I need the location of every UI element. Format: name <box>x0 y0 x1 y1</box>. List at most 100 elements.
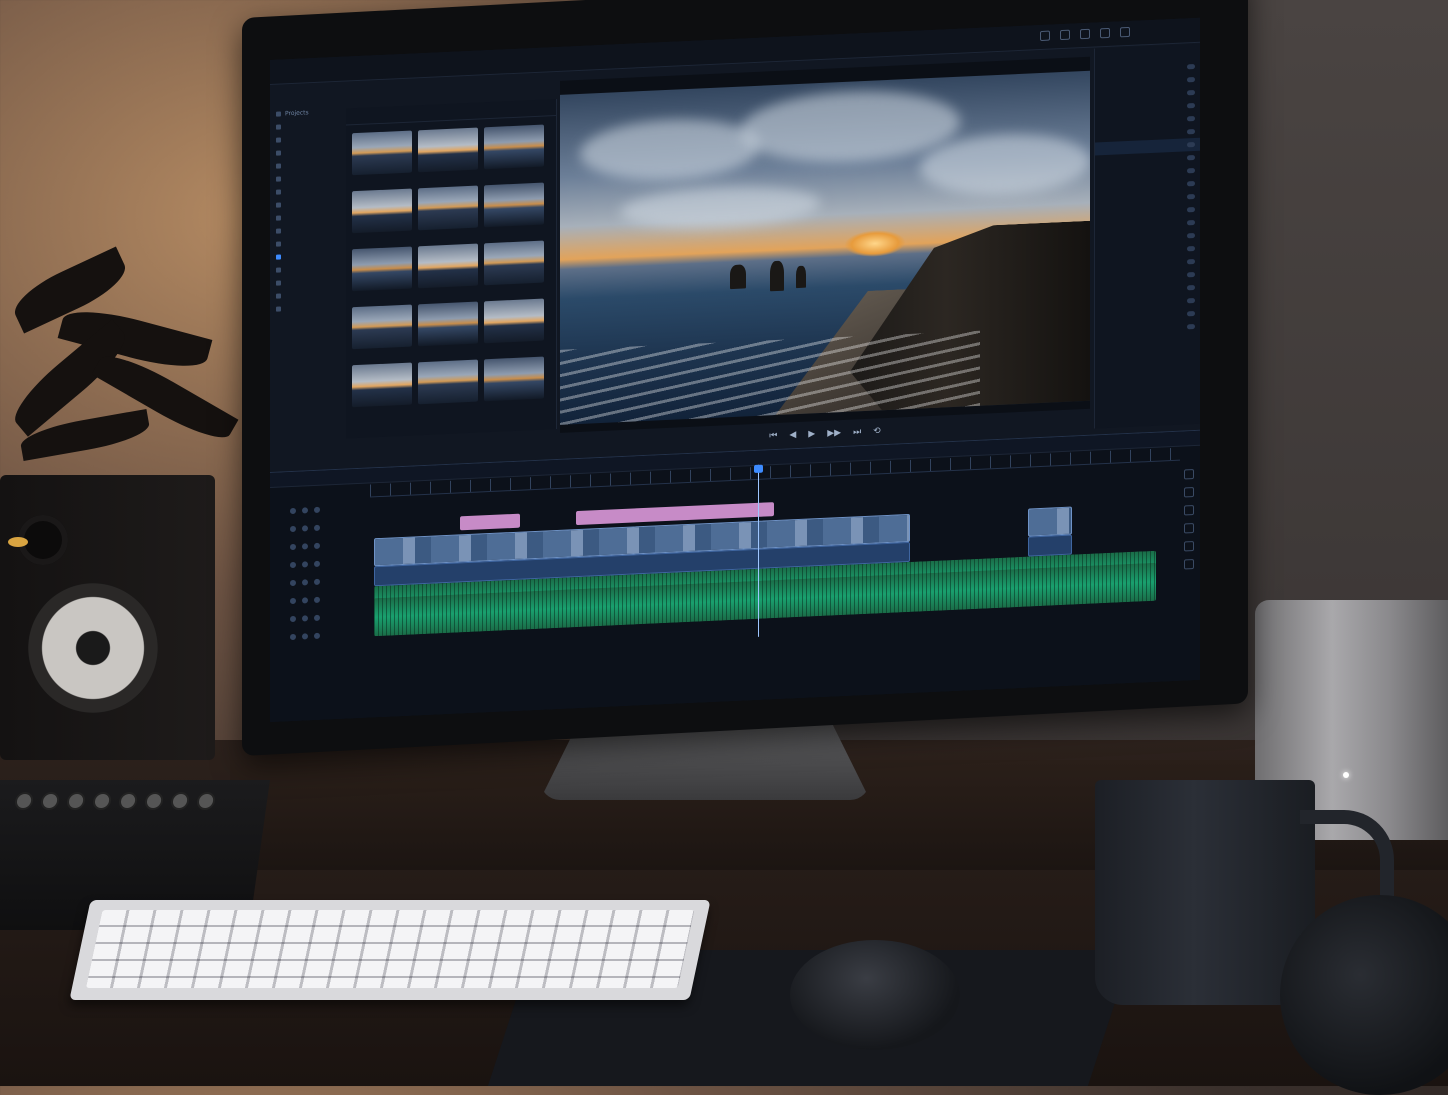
settings-icon[interactable] <box>1120 26 1130 38</box>
media-item[interactable] <box>484 298 544 354</box>
media-caption <box>352 291 412 302</box>
preview-frame[interactable] <box>560 70 1090 425</box>
folder-icon <box>276 306 281 312</box>
track-toggle-icon[interactable] <box>1184 559 1194 570</box>
media-caption <box>352 175 412 186</box>
media-item[interactable] <box>352 362 412 418</box>
play-icon[interactable]: ▶ <box>808 429 815 439</box>
top-toolbar <box>1040 26 1130 42</box>
folder-icon <box>276 267 281 273</box>
toggle-switch[interactable] <box>1187 258 1195 265</box>
video-sub-clip[interactable] <box>1028 534 1072 557</box>
media-caption <box>484 285 544 296</box>
media-caption <box>484 169 544 180</box>
preview-viewer <box>560 56 1090 433</box>
folder-icon <box>276 137 281 143</box>
folder-icon <box>276 163 281 169</box>
media-grid <box>346 116 556 426</box>
mouse <box>790 940 960 1050</box>
undo-icon[interactable] <box>1060 29 1070 41</box>
share-icon[interactable] <box>1100 27 1110 39</box>
media-caption <box>418 172 478 183</box>
track-controls <box>270 499 368 703</box>
media-item[interactable] <box>418 185 478 241</box>
folder-icon <box>276 241 281 247</box>
media-caption <box>484 227 544 238</box>
media-item[interactable] <box>352 246 412 302</box>
folder-icon <box>276 202 281 208</box>
toggle-switch[interactable] <box>1187 206 1195 213</box>
toggle-switch[interactable] <box>1187 297 1195 304</box>
playhead[interactable] <box>758 464 759 637</box>
sidebar-item-label: Projects <box>285 109 309 118</box>
media-thumbnail <box>418 185 478 231</box>
sidebar-item[interactable] <box>276 300 344 316</box>
media-caption <box>352 349 412 360</box>
media-item[interactable] <box>418 127 478 183</box>
media-thumbnail <box>484 124 544 170</box>
toggle-switch[interactable] <box>1187 128 1195 135</box>
media-browser <box>346 98 557 439</box>
media-thumbnail <box>484 182 544 228</box>
toggle-switch[interactable] <box>1187 323 1195 330</box>
media-item[interactable] <box>484 240 544 296</box>
track-toggle-icon[interactable] <box>1184 469 1194 480</box>
media-item[interactable] <box>484 124 544 180</box>
step-back-icon[interactable]: ◀ <box>789 430 796 440</box>
toggle-switch[interactable] <box>1187 284 1195 291</box>
toggle-switch[interactable] <box>1187 115 1195 122</box>
skip-forward-icon[interactable]: ⏭ <box>853 427 861 437</box>
toggle-switch[interactable] <box>1187 180 1195 187</box>
media-item[interactable] <box>484 356 544 412</box>
folder-icon <box>276 215 281 221</box>
folder-icon <box>276 124 281 130</box>
skip-back-icon[interactable]: ⏮ <box>769 431 777 441</box>
media-thumbnail <box>484 298 544 344</box>
media-thumbnail <box>418 301 478 347</box>
timeline-track-toggles <box>1182 461 1196 578</box>
folder-icon <box>276 293 281 299</box>
media-caption <box>418 404 478 415</box>
toggle-switch[interactable] <box>1187 310 1195 317</box>
toggle-switch[interactable] <box>1187 245 1195 252</box>
media-caption <box>418 230 478 241</box>
inspector-panel <box>1094 43 1200 429</box>
track-toggle-icon[interactable] <box>1184 505 1194 516</box>
media-thumbnail <box>352 304 412 350</box>
toggle-switch[interactable] <box>1187 154 1195 161</box>
track-toggle-icon[interactable] <box>1184 523 1194 534</box>
folder-icon <box>276 150 281 156</box>
media-item[interactable] <box>352 130 412 186</box>
folder-icon <box>276 280 281 286</box>
toggle-switch[interactable] <box>1187 141 1195 148</box>
toggle-switch[interactable] <box>1187 193 1195 200</box>
toggle-switch[interactable] <box>1187 89 1195 96</box>
media-item[interactable] <box>484 182 544 238</box>
fullscreen-icon[interactable] <box>1040 30 1050 42</box>
toggle-switch[interactable] <box>1187 219 1195 226</box>
toggle-switch[interactable] <box>1187 63 1195 70</box>
media-item[interactable] <box>418 243 478 299</box>
video-clip[interactable] <box>1028 506 1072 537</box>
track-control-row[interactable] <box>270 625 368 647</box>
toggle-switch[interactable] <box>1187 167 1195 174</box>
toggle-switch[interactable] <box>1187 271 1195 278</box>
toggle-switch[interactable] <box>1187 102 1195 109</box>
media-caption <box>352 407 412 418</box>
media-item[interactable] <box>352 188 412 244</box>
toggle-switch[interactable] <box>1187 76 1195 83</box>
loop-icon[interactable]: ⟲ <box>873 426 881 436</box>
media-thumbnail <box>484 240 544 286</box>
media-thumbnail <box>418 359 478 405</box>
toggle-switch[interactable] <box>1187 232 1195 239</box>
media-thumbnail <box>352 188 412 234</box>
media-item[interactable] <box>418 359 478 415</box>
track-toggle-icon[interactable] <box>1184 541 1194 552</box>
media-thumbnail <box>352 130 412 176</box>
folder-icon <box>276 176 281 182</box>
media-item[interactable] <box>418 301 478 357</box>
redo-icon[interactable] <box>1080 28 1090 40</box>
media-item[interactable] <box>352 304 412 360</box>
fast-forward-icon[interactable]: ▶▶ <box>827 428 841 439</box>
track-toggle-icon[interactable] <box>1184 487 1194 498</box>
